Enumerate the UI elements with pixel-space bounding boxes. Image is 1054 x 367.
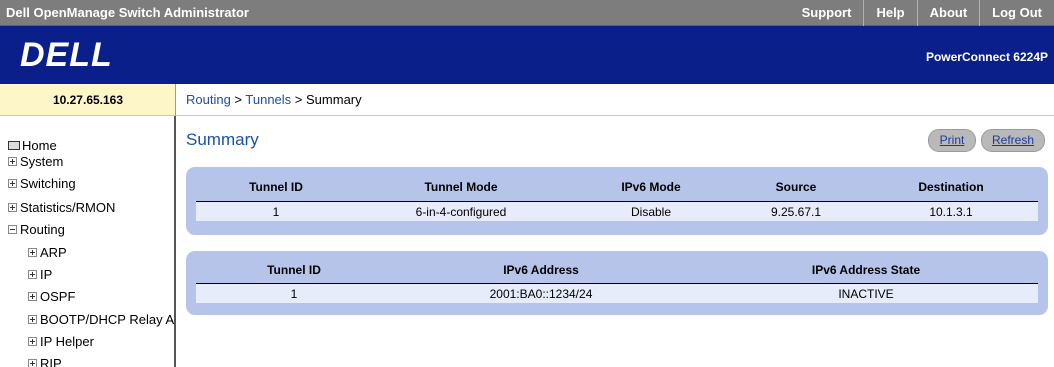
breadcrumb-tunnels[interactable]: Tunnels xyxy=(245,92,291,107)
column-header: IPv6 Address xyxy=(503,263,579,277)
sidebar-item-bootp-dhcp-relay[interactable]: BOOTP/DHCP Relay A xyxy=(28,312,174,327)
sidebar-item-routing[interactable]: Routing xyxy=(8,222,65,237)
ip-bar: 10.27.65.163 xyxy=(0,84,176,116)
about-link[interactable]: About xyxy=(916,0,980,26)
sidebar-item-label: RIP xyxy=(40,356,62,367)
sidebar-item-rip[interactable]: RIP xyxy=(28,356,62,367)
top-bar: Dell OpenManage Switch Administrator Sup… xyxy=(0,0,1054,26)
breadcrumb: Routing > Tunnels > Summary xyxy=(186,92,362,107)
sidebar-item-statistics-rmon[interactable]: Statistics/RMON xyxy=(8,200,115,215)
sidebar-item-ospf[interactable]: OSPF xyxy=(28,289,75,304)
plus-expander-icon[interactable] xyxy=(28,270,37,279)
tunnel-mode-cell: 6-in-4-configured xyxy=(415,205,507,219)
brand-bar: DELL PowerConnect 6224P xyxy=(0,26,1054,84)
sidebar-nav: Home System Switching Statistics/RMON Ro… xyxy=(0,116,176,367)
ipv6-mode-cell: Disable xyxy=(630,205,672,219)
column-header: Tunnel Mode xyxy=(424,180,498,194)
column-header: Tunnel ID xyxy=(249,180,303,194)
column-header: Source xyxy=(775,180,817,194)
column-header: Tunnel ID xyxy=(267,263,321,277)
sidebar-item-ip-helper[interactable]: IP Helper xyxy=(28,334,94,349)
ipv6-address-cell: 2001:BA0::1234/24 xyxy=(489,287,593,301)
sidebar-item-label: Home xyxy=(22,138,57,153)
column-header: IPv6 Address State xyxy=(811,263,921,277)
breadcrumb-current: Summary xyxy=(306,92,362,107)
logout-link[interactable]: Log Out xyxy=(979,0,1054,26)
plus-expander-icon[interactable] xyxy=(8,179,17,188)
sidebar-item-ip[interactable]: IP xyxy=(28,267,52,282)
support-link[interactable]: Support xyxy=(790,0,864,26)
sidebar-item-label: IP Helper xyxy=(40,334,94,349)
sidebar-item-label: BOOTP/DHCP Relay A xyxy=(40,312,175,327)
sidebar-item-label: ARP xyxy=(40,245,67,260)
sidebar-item-home[interactable]: Home xyxy=(8,138,57,153)
sidebar-item-label: Routing xyxy=(20,222,65,237)
top-links: Support Help About Log Out xyxy=(790,0,1054,26)
ip-address: 10.27.65.163 xyxy=(52,93,124,107)
ipv6-address-table: Tunnel ID IPv6 Address IPv6 Address Stat… xyxy=(186,251,1048,315)
sidebar-item-label: Switching xyxy=(20,176,76,191)
breadcrumb-routing[interactable]: Routing xyxy=(186,92,231,107)
plus-expander-icon[interactable] xyxy=(8,157,17,166)
plus-expander-icon[interactable] xyxy=(28,359,37,367)
sidebar-item-label: OSPF xyxy=(40,289,76,304)
plus-expander-icon[interactable] xyxy=(28,315,37,324)
sidebar-item-label: System xyxy=(20,154,64,169)
help-link[interactable]: Help xyxy=(863,0,916,26)
minus-expander-icon[interactable] xyxy=(8,225,17,234)
print-button[interactable]: Print xyxy=(928,129,976,152)
tunnel-id-cell: 1 xyxy=(272,205,280,219)
ipv6-address-state-cell: INACTIVE xyxy=(838,287,894,301)
main-content: Summary Print Refresh Tunnel ID Tunnel M… xyxy=(178,117,1054,367)
breadcrumb-separator: > xyxy=(230,92,246,107)
sidebar-item-switching[interactable]: Switching xyxy=(8,176,76,191)
device-model: PowerConnect 6224P xyxy=(925,50,1048,64)
column-header: Destination xyxy=(918,180,984,194)
plus-expander-icon[interactable] xyxy=(28,292,37,301)
source-cell: 9.25.67.1 xyxy=(770,205,822,219)
plus-expander-icon[interactable] xyxy=(28,248,37,257)
home-icon xyxy=(8,141,20,150)
table-row: 1 6-in-4-configured Disable 9.25.67.1 10… xyxy=(196,201,1038,221)
breadcrumb-separator: > xyxy=(291,92,307,107)
tunnel-summary-table: Tunnel ID Tunnel Mode IPv6 Mode Source D… xyxy=(186,167,1048,235)
tunnel-id-cell: 1 xyxy=(290,287,298,301)
refresh-button[interactable]: Refresh xyxy=(981,129,1045,152)
plus-expander-icon[interactable] xyxy=(8,203,17,212)
breadcrumb-bar: Routing > Tunnels > Summary xyxy=(176,84,1054,116)
sidebar-item-label: Statistics/RMON xyxy=(20,200,116,215)
dell-logo: DELL xyxy=(20,36,113,74)
plus-expander-icon[interactable] xyxy=(28,337,37,346)
sidebar-item-system[interactable]: System xyxy=(8,154,63,169)
table-row: 1 2001:BA0::1234/24 INACTIVE xyxy=(196,283,1038,303)
page-title: Summary xyxy=(186,130,259,149)
sidebar-item-label: IP xyxy=(40,267,53,282)
app-title: Dell OpenManage Switch Administrator xyxy=(6,5,249,20)
sidebar-item-arp[interactable]: ARP xyxy=(28,245,67,260)
destination-cell: 10.1.3.1 xyxy=(929,205,973,219)
column-header: IPv6 Mode xyxy=(621,180,681,194)
